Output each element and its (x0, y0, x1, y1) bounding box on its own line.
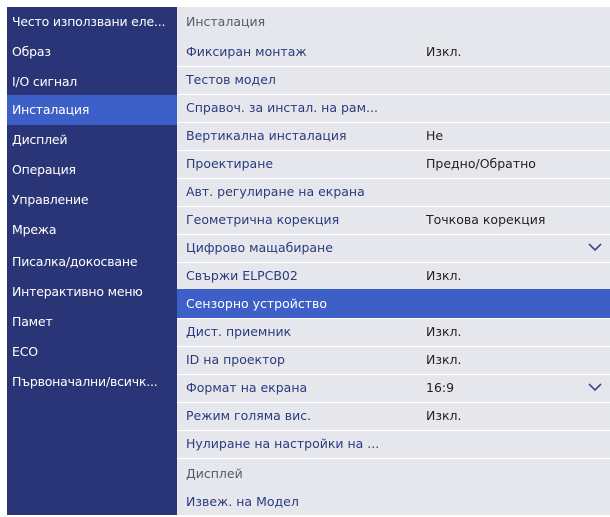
setting-projection[interactable]: Проектиране Предно/Обратно (177, 149, 610, 179)
setting-label: Дист. приемник (186, 324, 292, 339)
setting-label: Фиксиран монтаж (186, 44, 307, 59)
setting-value: Точкова корекция (426, 212, 546, 227)
setting-reset-install-settings[interactable]: Нулиране на настройки на ... (177, 429, 610, 459)
setting-display-model[interactable]: Извеж. на Модел (177, 487, 610, 517)
setting-digital-zoom[interactable]: Цифрово мащабиране (177, 233, 610, 263)
setting-vertical-install[interactable]: Вертикална инсталация Не (177, 121, 610, 151)
setting-label: Геометрична корекция (186, 212, 340, 227)
sidebar-item-operation[interactable]: Операция (7, 155, 177, 185)
setting-fixed-mount[interactable]: Фиксиран монтаж Изкл. (177, 37, 610, 67)
setting-label: ID на проектор (186, 352, 285, 367)
sidebar-item-installation[interactable]: Инсталация (7, 95, 177, 125)
sidebar-item-interactive-menu[interactable]: Интерактивно меню (7, 277, 177, 307)
setting-label: Тестов модел (186, 72, 276, 87)
section-header-installation: Инсталация (177, 7, 610, 37)
section-title: Инсталация (186, 14, 266, 29)
setting-label: Режим голяма вис. (186, 408, 312, 423)
setting-label: Свържи ELPCB02 (186, 268, 298, 283)
section-header-display: Дисплей (177, 459, 610, 489)
setting-frame-install-guide[interactable]: Справоч. за инстал. на рам... (177, 93, 610, 123)
setting-projector-id[interactable]: ID на проектор Изкл. (177, 345, 610, 375)
sidebar-item-io-signal[interactable]: I/O сигнал (7, 67, 177, 97)
setting-label: Формат на екрана (186, 380, 308, 395)
sidebar-item-frequently-used[interactable]: Често използвани еле... (7, 7, 177, 37)
setting-value: Изкл. (426, 324, 462, 339)
setting-value: Изкл. (426, 268, 462, 283)
sidebar-item-display[interactable]: Дисплей (7, 125, 177, 155)
sidebar-item-initial-all[interactable]: Първоначални/всичк... (7, 367, 177, 397)
setting-remote-receiver[interactable]: Дист. приемник Изкл. (177, 317, 610, 347)
setting-label: Цифрово мащабиране (186, 240, 333, 255)
sidebar-item-memory[interactable]: Памет (7, 307, 177, 337)
setting-label: Справоч. за инстал. на рам... (186, 100, 378, 115)
sidebar-item-pen-touch[interactable]: Писалка/докосване (7, 247, 177, 277)
sidebar-item-network[interactable]: Мрежа (7, 215, 177, 245)
section-title: Дисплей (186, 466, 243, 481)
setting-value: Предно/Обратно (426, 156, 536, 171)
setting-value: Изкл. (426, 352, 462, 367)
setting-value: 16:9 (426, 380, 455, 395)
setting-value: Изкл. (426, 44, 462, 59)
settings-panel: Инсталация Фиксиран монтаж Изкл. Тестов … (177, 7, 610, 517)
settings-menu: Често използвани еле... Образ I/O сигнал… (7, 7, 610, 517)
sidebar: Често използвани еле... Образ I/O сигнал… (7, 7, 177, 515)
setting-high-altitude-mode[interactable]: Режим голяма вис. Изкл. (177, 401, 610, 431)
setting-touch-unit[interactable]: Сензорно устройство (177, 289, 610, 319)
setting-test-pattern[interactable]: Тестов модел (177, 65, 610, 95)
sidebar-item-management[interactable]: Управление (7, 185, 177, 215)
setting-label: Авт. регулиране на екрана (186, 184, 365, 199)
setting-screen-format[interactable]: Формат на екрана 16:9 (177, 373, 610, 403)
sidebar-item-image[interactable]: Образ (7, 37, 177, 67)
setting-geometry-correction[interactable]: Геометрична корекция Точкова корекция (177, 205, 610, 235)
setting-label: Сензорно устройство (186, 296, 328, 311)
setting-value: Не (426, 128, 444, 143)
setting-auto-screen-adjust[interactable]: Авт. регулиране на екрана (177, 177, 610, 207)
chevron-down-icon[interactable] (588, 373, 602, 392)
sidebar-item-eco[interactable]: ECO (7, 337, 177, 367)
setting-label: Нулиране на настройки на ... (186, 436, 380, 451)
setting-label: Проектиране (186, 156, 274, 171)
setting-label: Извеж. на Модел (186, 494, 299, 509)
setting-connect-elpcb02[interactable]: Свържи ELPCB02 Изкл. (177, 261, 610, 291)
setting-label: Вертикална инсталация (186, 128, 347, 143)
chevron-down-icon[interactable] (588, 233, 602, 252)
setting-value: Изкл. (426, 408, 462, 423)
